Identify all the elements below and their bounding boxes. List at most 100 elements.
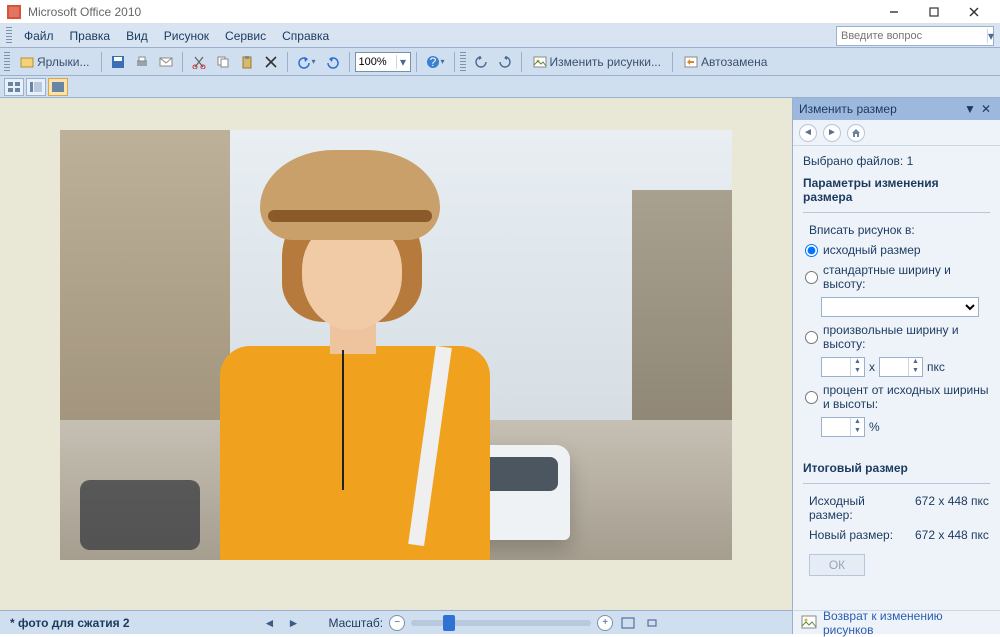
toolbar-grip[interactable]: [6, 27, 12, 45]
radio-standard[interactable]: стандартные ширину и высоту:: [805, 263, 990, 291]
percent-stepper[interactable]: ▲▼: [821, 417, 865, 437]
new-size-value: 672 x 448 пкс: [915, 528, 989, 542]
source-size-row: Исходный размер: 672 x 448 пкс: [809, 494, 990, 522]
workspace: * фото для сжатия 2 ◄ ► Масштаб: − + Изм…: [0, 98, 1000, 634]
panel-title: Изменить размер: [799, 102, 962, 116]
panel-forward-button[interactable]: ►: [823, 124, 841, 142]
help-search-dropdown[interactable]: ▾: [987, 29, 994, 43]
radio-original-input[interactable]: [805, 244, 818, 257]
radio-standard-input[interactable]: [805, 271, 818, 284]
divider: [803, 212, 990, 213]
divider: [803, 483, 990, 484]
standard-size-select[interactable]: [821, 297, 979, 317]
source-size-value: 672 x 448 пкс: [915, 494, 989, 522]
autoreplace-label: Автозамена: [701, 55, 767, 69]
window-title: Microsoft Office 2010: [28, 5, 874, 19]
menu-help[interactable]: Справка: [274, 25, 337, 47]
delete-button[interactable]: [260, 51, 282, 73]
zoom-slider[interactable]: [411, 620, 591, 626]
panel-menu-button[interactable]: ▼: [962, 102, 978, 116]
radio-percent-label: процент от исходных ширины и высоты:: [823, 383, 990, 411]
radio-custom-input[interactable]: [805, 331, 818, 344]
paste-button[interactable]: [236, 51, 258, 73]
toolbar-grip[interactable]: [4, 52, 10, 72]
toolbar-grip[interactable]: [460, 52, 466, 72]
panel-home-button[interactable]: [847, 124, 865, 142]
zoom-out-button[interactable]: −: [389, 615, 405, 631]
minimize-button[interactable]: [874, 2, 914, 22]
radio-percent[interactable]: процент от исходных ширины и высоты:: [805, 383, 990, 411]
canvas-area: * фото для сжатия 2 ◄ ► Масштаб: − +: [0, 98, 792, 634]
copy-button[interactable]: [212, 51, 234, 73]
autoreplace-button[interactable]: Автозамена: [678, 51, 773, 73]
close-button[interactable]: [954, 2, 994, 22]
statusbar: * фото для сжатия 2 ◄ ► Масштаб: − +: [0, 610, 792, 634]
main-toolbar: Ярлыки... ▾ ▾ ?▾ Изменить рисунки... Авт…: [0, 48, 1000, 76]
source-size-key: Исходный размер:: [809, 494, 909, 522]
selected-files-label: Выбрано файлов: 1: [803, 154, 990, 168]
zoom-combo[interactable]: ▾: [355, 52, 411, 72]
radio-percent-input[interactable]: [805, 391, 818, 404]
filmstrip-view-button[interactable]: [26, 78, 46, 96]
menu-service[interactable]: Сервис: [217, 25, 274, 47]
final-size-title: Итоговый размер: [803, 461, 990, 475]
view-toolbar: [0, 76, 1000, 98]
svg-text:?: ?: [429, 55, 436, 69]
custom-height-stepper[interactable]: ▲▼: [879, 357, 923, 377]
mail-button[interactable]: [155, 51, 177, 73]
zoom-in-button[interactable]: +: [597, 615, 613, 631]
panel-header[interactable]: Изменить размер ▼ ✕: [793, 98, 1000, 120]
cut-button[interactable]: [188, 51, 210, 73]
new-size-row: Новый размер: 672 x 448 пкс: [809, 528, 990, 542]
canvas[interactable]: [0, 98, 792, 610]
menu-edit[interactable]: Правка: [62, 25, 119, 47]
custom-width-stepper[interactable]: ▲▼: [821, 357, 865, 377]
redo-button[interactable]: [322, 51, 344, 73]
custom-width-input[interactable]: [822, 358, 850, 376]
px-unit: пкс: [927, 360, 945, 374]
panel-nav: ◄ ►: [793, 120, 1000, 146]
single-view-button[interactable]: [48, 78, 68, 96]
pct-unit: %: [869, 420, 880, 434]
help-button[interactable]: ?▾: [422, 51, 449, 73]
shortcuts-button[interactable]: Ярлыки...: [14, 51, 96, 73]
rotate-left-button[interactable]: [470, 51, 492, 73]
zoom-dropdown[interactable]: ▾: [396, 55, 410, 69]
menu-file[interactable]: Файл: [16, 25, 62, 47]
menu-view[interactable]: Вид: [118, 25, 156, 47]
zoom-slider-thumb[interactable]: [443, 615, 455, 631]
x-separator: x: [869, 360, 875, 374]
panel-back-button[interactable]: ◄: [799, 124, 817, 142]
help-search-input[interactable]: [837, 30, 987, 42]
actual-size-button[interactable]: [643, 614, 661, 632]
zoom-input[interactable]: [356, 56, 396, 68]
print-button[interactable]: [131, 51, 153, 73]
image-preview[interactable]: [60, 130, 732, 560]
back-to-edit-link[interactable]: Возврат к изменению рисунков: [823, 609, 992, 637]
panel-footer[interactable]: Возврат к изменению рисунков: [793, 610, 1000, 634]
help-search[interactable]: ▾: [836, 26, 994, 46]
prev-image-button[interactable]: ◄: [260, 614, 278, 632]
next-image-button[interactable]: ►: [284, 614, 302, 632]
custom-height-input[interactable]: [880, 358, 908, 376]
radio-custom[interactable]: произвольные ширину и высоту:: [805, 323, 990, 351]
radio-original-label: исходный размер: [823, 243, 921, 257]
radio-original[interactable]: исходный размер: [805, 243, 990, 257]
thumbnails-view-button[interactable]: [4, 78, 24, 96]
edit-pictures-button[interactable]: Изменить рисунки...: [527, 51, 667, 73]
undo-button[interactable]: ▾: [293, 51, 320, 73]
resize-params-title: Параметры изменения размера: [803, 176, 990, 204]
app-icon: [6, 4, 22, 20]
maximize-button[interactable]: [914, 2, 954, 22]
panel-body: Выбрано файлов: 1 Параметры изменения ра…: [793, 146, 1000, 610]
menubar: Файл Правка Вид Рисунок Сервис Справка ▾: [0, 24, 1000, 48]
percent-input[interactable]: [822, 418, 850, 436]
ok-button[interactable]: ОК: [809, 554, 865, 576]
panel-close-button[interactable]: ✕: [978, 102, 994, 116]
shortcuts-label: Ярлыки...: [37, 55, 90, 69]
fit-window-button[interactable]: [619, 614, 637, 632]
save-button[interactable]: [107, 51, 129, 73]
rotate-right-button[interactable]: [494, 51, 516, 73]
edit-pictures-label: Изменить рисунки...: [550, 55, 661, 69]
menu-picture[interactable]: Рисунок: [156, 25, 217, 47]
